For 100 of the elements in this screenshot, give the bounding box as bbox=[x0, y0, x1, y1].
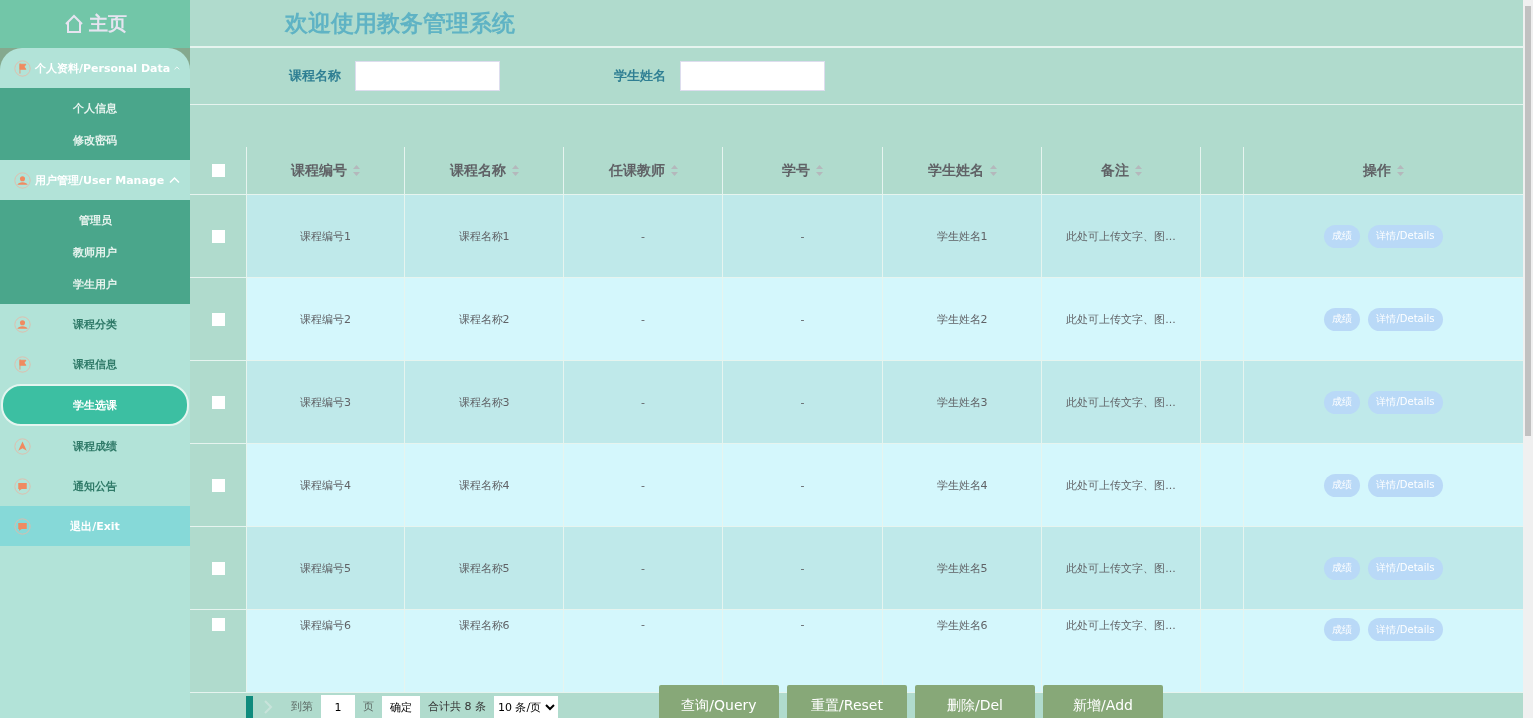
action-button[interactable]: 新增/Add bbox=[1043, 685, 1163, 718]
table-cell: - bbox=[722, 278, 882, 361]
action-button[interactable]: 成绩 bbox=[1324, 390, 1361, 414]
menu-group-header[interactable]: 用户管理/User Manage bbox=[0, 160, 190, 200]
row-checkbox[interactable] bbox=[211, 561, 225, 575]
menu-item[interactable]: 通知公告 bbox=[0, 466, 190, 506]
table-cell: 课程编号3 bbox=[246, 361, 404, 444]
table-cell: - bbox=[722, 527, 882, 610]
page-field[interactable]: 1 bbox=[321, 695, 355, 718]
page-unit-label: 页 bbox=[355, 696, 382, 718]
search-label: 课程名称 bbox=[289, 67, 341, 85]
action-button[interactable]: 删除/Del bbox=[915, 685, 1035, 718]
action-button[interactable]: 查询/Query bbox=[659, 685, 779, 718]
action-button[interactable]: 成绩 bbox=[1324, 556, 1361, 580]
goto-label: 到第 bbox=[283, 696, 321, 718]
exit-item[interactable]: 退出/Exit bbox=[0, 506, 190, 546]
row-checkbox[interactable] bbox=[211, 395, 225, 409]
action-button[interactable]: 成绩 bbox=[1324, 224, 1361, 248]
action-button[interactable]: 详情/Details bbox=[1368, 556, 1443, 580]
search-field[interactable] bbox=[355, 61, 500, 91]
select-all-checkbox[interactable] bbox=[211, 164, 225, 177]
table-cell: 课程编号5 bbox=[246, 527, 404, 610]
table-cell: 此处可上传文字、图... bbox=[1041, 195, 1200, 278]
table-cell: 学生姓名4 bbox=[882, 444, 1041, 527]
search-label: 学生姓名 bbox=[614, 67, 666, 85]
table-cell: - bbox=[563, 278, 722, 361]
row-checkbox[interactable] bbox=[211, 478, 225, 492]
table-cell: - bbox=[722, 361, 882, 444]
page-size-select[interactable]: 10 条/页 bbox=[494, 696, 558, 718]
sort-icon[interactable] bbox=[816, 165, 823, 176]
table-cell: 学生姓名6 bbox=[882, 610, 1041, 693]
table-cell: 课程名称2 bbox=[404, 278, 563, 361]
action-button[interactable]: 详情/Details bbox=[1368, 307, 1443, 331]
chat-icon bbox=[14, 477, 31, 495]
row-checkbox[interactable] bbox=[211, 312, 225, 326]
sort-icon[interactable] bbox=[353, 165, 360, 176]
menu-group-header[interactable]: 个人资料/Personal Data bbox=[0, 48, 190, 88]
table-cell: 学生姓名1 bbox=[882, 195, 1041, 278]
action-button[interactable]: 成绩 bbox=[1324, 473, 1361, 497]
action-button[interactable]: 重置/Reset bbox=[787, 685, 907, 718]
table-cell: 此处可上传文字、图... bbox=[1041, 278, 1200, 361]
table-cell: 学生姓名2 bbox=[882, 278, 1041, 361]
total-count: 合计共 8 条 bbox=[420, 696, 494, 718]
scrollbar-thumb[interactable] bbox=[1525, 6, 1531, 436]
table-cell: - bbox=[563, 527, 722, 610]
table-cell: 课程编号4 bbox=[246, 444, 404, 527]
table-cell: 学生姓名5 bbox=[882, 527, 1041, 610]
submenu-item[interactable]: 修改密码 bbox=[0, 124, 190, 156]
action-button[interactable]: 详情/Details bbox=[1368, 390, 1443, 414]
table-cell: 此处可上传文字、图... bbox=[1041, 610, 1200, 693]
table-cell: - bbox=[722, 195, 882, 278]
table-cell: 课程编号6 bbox=[246, 610, 404, 693]
action-button[interactable]: 详情/Details bbox=[1368, 618, 1443, 641]
table-cell: 课程名称1 bbox=[404, 195, 563, 278]
sort-icon[interactable] bbox=[1134, 165, 1142, 176]
sort-icon[interactable] bbox=[1397, 165, 1404, 176]
table-cell: 课程名称4 bbox=[404, 444, 563, 527]
table-cell: - bbox=[722, 444, 882, 527]
sort-icon[interactable] bbox=[511, 165, 519, 176]
submenu-item[interactable]: 学生用户 bbox=[0, 268, 190, 300]
table-cell: - bbox=[722, 610, 882, 693]
table-cell: 课程名称5 bbox=[404, 527, 563, 610]
menu-item[interactable]: 课程成绩 bbox=[0, 426, 190, 466]
sort-icon[interactable] bbox=[670, 165, 678, 176]
search-field[interactable] bbox=[680, 61, 825, 91]
submenu-item[interactable]: 教师用户 bbox=[0, 236, 190, 268]
row-checkbox[interactable] bbox=[211, 229, 225, 243]
next-page-icon[interactable] bbox=[263, 700, 273, 714]
action-button[interactable]: 成绩 bbox=[1324, 307, 1361, 331]
confirm-button[interactable]: 确定 bbox=[382, 696, 420, 718]
table-cell: 此处可上传文字、图... bbox=[1041, 527, 1200, 610]
flag-icon bbox=[14, 59, 31, 77]
table-cell: 课程编号2 bbox=[246, 278, 404, 361]
submenu-item[interactable]: 个人信息 bbox=[0, 92, 190, 124]
table-cell: - bbox=[563, 361, 722, 444]
action-button[interactable]: 详情/Details bbox=[1368, 224, 1443, 248]
chevron-up-icon[interactable] bbox=[174, 64, 180, 72]
action-button[interactable]: 成绩 bbox=[1324, 618, 1361, 641]
submenu-item[interactable]: 管理员 bbox=[0, 204, 190, 236]
menu-item[interactable]: 学生选课 bbox=[1, 384, 189, 426]
home-link[interactable]: 主页 bbox=[0, 0, 190, 48]
person-icon bbox=[14, 315, 31, 333]
sort-icon[interactable] bbox=[989, 165, 997, 176]
table-cell: 此处可上传文字、图... bbox=[1041, 444, 1200, 527]
page-title: 欢迎使用教务管理系统 bbox=[285, 8, 515, 38]
action-button[interactable]: 详情/Details bbox=[1368, 473, 1443, 497]
row-checkbox[interactable] bbox=[211, 618, 225, 631]
chevron-up-icon[interactable] bbox=[169, 176, 180, 184]
person-icon bbox=[14, 171, 31, 189]
table-cell: 此处可上传文字、图... bbox=[1041, 361, 1200, 444]
table-cell: 课程名称6 bbox=[404, 610, 563, 693]
menu-item[interactable]: 课程分类 bbox=[0, 304, 190, 344]
table-cell: - bbox=[563, 610, 722, 693]
table-cell: - bbox=[563, 444, 722, 527]
table-cell: 课程名称3 bbox=[404, 361, 563, 444]
table-cell: - bbox=[563, 195, 722, 278]
pager-accent-bar bbox=[246, 696, 253, 718]
flag-icon bbox=[14, 355, 31, 373]
menu-item[interactable]: 课程信息 bbox=[0, 344, 190, 384]
home-icon bbox=[63, 13, 85, 35]
